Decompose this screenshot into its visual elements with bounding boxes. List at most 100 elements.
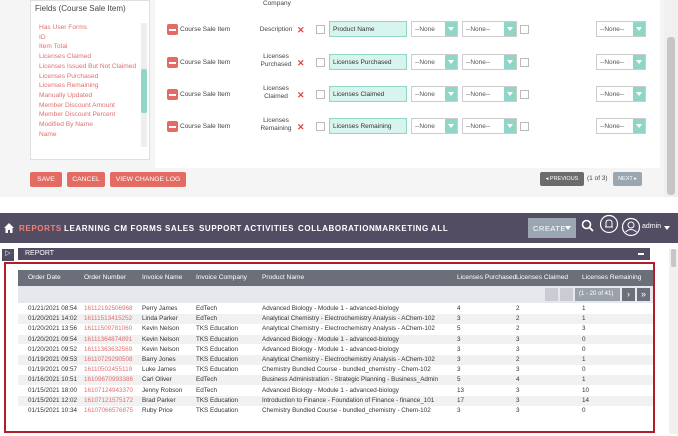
sort-select[interactable]: --None-- [596, 86, 646, 102]
field-item[interactable]: Item Total [39, 42, 139, 52]
cancel-button[interactable]: CANCEL [67, 172, 105, 187]
row-checkbox-2[interactable] [520, 122, 529, 131]
nav-learning[interactable]: LEARNING [64, 224, 111, 233]
field-item[interactable]: ID [39, 33, 139, 43]
first-page-button[interactable] [545, 288, 558, 301]
close-icon[interactable]: ✕ [297, 58, 305, 69]
table-row[interactable]: 01/15/2021 18:00 16107124943370 Jenny Robs… [18, 385, 653, 396]
table-row[interactable]: 01/20/2021 13:56 16111509781060 Kevin Nels… [18, 324, 653, 335]
field-item[interactable]: Has User Forms [39, 23, 139, 33]
order-number-link[interactable]: 16112192506968 [84, 305, 133, 312]
remove-row-button[interactable] [167, 24, 178, 35]
nav-collaboration[interactable]: COLLABORATION [298, 224, 375, 233]
nav-marketing[interactable]: MARKETING [375, 224, 429, 233]
remove-row-button[interactable] [167, 121, 178, 132]
report-scroll-thumb[interactable] [671, 249, 676, 267]
table-row[interactable]: 01/15/2021 12:02 16107121575172 Brad Parke… [18, 395, 653, 406]
row-checkbox[interactable] [316, 90, 325, 99]
field-item[interactable]: Licenses Claimed [39, 52, 139, 62]
row-checkbox-2[interactable] [520, 90, 529, 99]
group-select[interactable]: --None-- [462, 118, 517, 134]
sort-select[interactable]: --None-- [596, 54, 646, 70]
field-item[interactable]: Licenses Issued But Not Claimed [39, 62, 139, 72]
report-scrollbar[interactable] [669, 249, 678, 434]
field-item[interactable]: Modified By Name [39, 120, 139, 130]
table-row[interactable]: 01/20/2021 09:52 16111363632569 Kevin Nels… [18, 344, 653, 355]
sort-select[interactable]: --None-- [596, 21, 646, 37]
page-scrollbar[interactable] [664, 0, 678, 197]
col-order-date[interactable]: Order Date [28, 274, 61, 281]
row-checkbox-2[interactable] [520, 58, 529, 67]
order-number-link[interactable]: 16111509781060 [84, 325, 132, 332]
nav-cm-forms[interactable]: CM FORMS [114, 224, 162, 233]
fields-scroll-thumb[interactable] [141, 69, 147, 113]
sort-select[interactable]: --None-- [596, 118, 646, 134]
view-change-log-button[interactable]: VIEW CHANGE LOG [110, 172, 186, 187]
remove-row-button[interactable] [167, 89, 178, 100]
group-select[interactable]: --None-- [462, 21, 517, 37]
group-select[interactable]: --None-- [462, 86, 517, 102]
home-icon[interactable] [4, 223, 14, 233]
order-number-link[interactable]: 16111363632569 [84, 346, 132, 353]
order-number-link[interactable]: 16110729290508 [84, 356, 133, 363]
order-number-link[interactable]: 16110502455119 [84, 366, 132, 373]
previous-page-button[interactable] [560, 288, 573, 301]
field-item[interactable]: Member Discount Percent [39, 110, 139, 120]
last-page-button[interactable]: » [637, 288, 650, 301]
table-row[interactable]: 01/15/2021 10:34 16107066576875 Ruby Price… [18, 406, 653, 416]
table-row[interactable]: 01/16/2021 10:51 16109670993386 Carl Olive… [18, 375, 653, 386]
collapse-icon[interactable] [638, 253, 644, 255]
field-item[interactable]: Manually Updated [39, 91, 139, 101]
nav-all[interactable]: ALL [431, 224, 448, 233]
col-product-name[interactable]: Product Name [262, 274, 304, 281]
nav-sales[interactable]: SALES [165, 224, 195, 233]
col-licenses-remaining[interactable]: Licenses Remaining [582, 274, 641, 281]
nav-support[interactable]: SUPPORT [199, 224, 242, 233]
display-label-input[interactable]: Licenses Remaining [329, 118, 407, 134]
table-row[interactable]: 01/20/2021 09:54 16111364874891 Kevin Nels… [18, 334, 653, 345]
close-icon[interactable]: ✕ [297, 90, 305, 101]
display-label-input[interactable]: Product Name [329, 21, 407, 37]
function-select[interactable]: --None [411, 118, 458, 134]
close-icon[interactable]: ✕ [297, 122, 305, 133]
notification-bell-icon[interactable] [599, 214, 619, 234]
report-header[interactable]: REPORT [18, 248, 650, 260]
col-invoice-name[interactable]: Invoice Name [142, 274, 182, 281]
table-row[interactable]: 01/19/2021 09:53 16110729290508 Barry Jone… [18, 355, 653, 365]
next-page-button[interactable]: › [622, 288, 635, 301]
save-button[interactable]: SAVE [30, 172, 62, 187]
search-icon[interactable] [581, 219, 594, 232]
fields-scrollbar[interactable] [141, 23, 147, 147]
col-invoice-company[interactable]: Invoice Company [196, 274, 247, 281]
order-number-link[interactable]: 16107066576875 [84, 407, 133, 414]
remove-row-button[interactable] [167, 57, 178, 68]
col-licenses-purchased[interactable]: Licenses Purchased [457, 274, 516, 281]
display-label-input[interactable]: Licenses Claimed [329, 86, 407, 102]
order-number-link[interactable]: 16111513415252 [84, 315, 132, 322]
group-select[interactable]: --None-- [462, 54, 517, 70]
function-select[interactable]: --None [411, 86, 458, 102]
expand-panel-icon[interactable]: ▷ [2, 249, 14, 261]
field-item[interactable]: Member Discount Amount [39, 101, 139, 111]
order-number-link[interactable]: 16107121575172 [84, 397, 133, 404]
order-number-link[interactable]: 16109670993386 [84, 376, 133, 383]
col-licenses-claimed[interactable]: Licenses Claimed [516, 274, 568, 281]
field-item[interactable]: Licenses Purchased [39, 72, 139, 82]
order-number-link[interactable]: 16107124943370 [84, 387, 133, 394]
nav-activities[interactable]: ACTIVITIES [244, 224, 294, 233]
nav-reports[interactable]: REPORTS [19, 224, 62, 233]
table-row[interactable]: 01/20/2021 14:02 16111513415252 Linda Park… [18, 314, 653, 324]
table-row[interactable]: 01/19/2021 09:57 16110502455119 Luke James… [18, 365, 653, 375]
display-label-input[interactable]: Licenses Purchased [329, 54, 407, 70]
user-name[interactable]: admin [642, 223, 661, 230]
close-icon[interactable]: ✕ [297, 25, 305, 36]
row-checkbox[interactable] [316, 122, 325, 131]
order-number-link[interactable]: 16111364874891 [84, 336, 132, 343]
function-select[interactable]: --None [411, 54, 458, 70]
function-select[interactable]: --None [411, 21, 458, 37]
page-scroll-thumb[interactable] [667, 37, 675, 195]
row-checkbox-2[interactable] [520, 25, 529, 34]
row-checkbox[interactable] [316, 25, 325, 34]
field-item[interactable]: Licenses Remaining [39, 81, 139, 91]
create-button[interactable]: CREATE [528, 218, 576, 238]
